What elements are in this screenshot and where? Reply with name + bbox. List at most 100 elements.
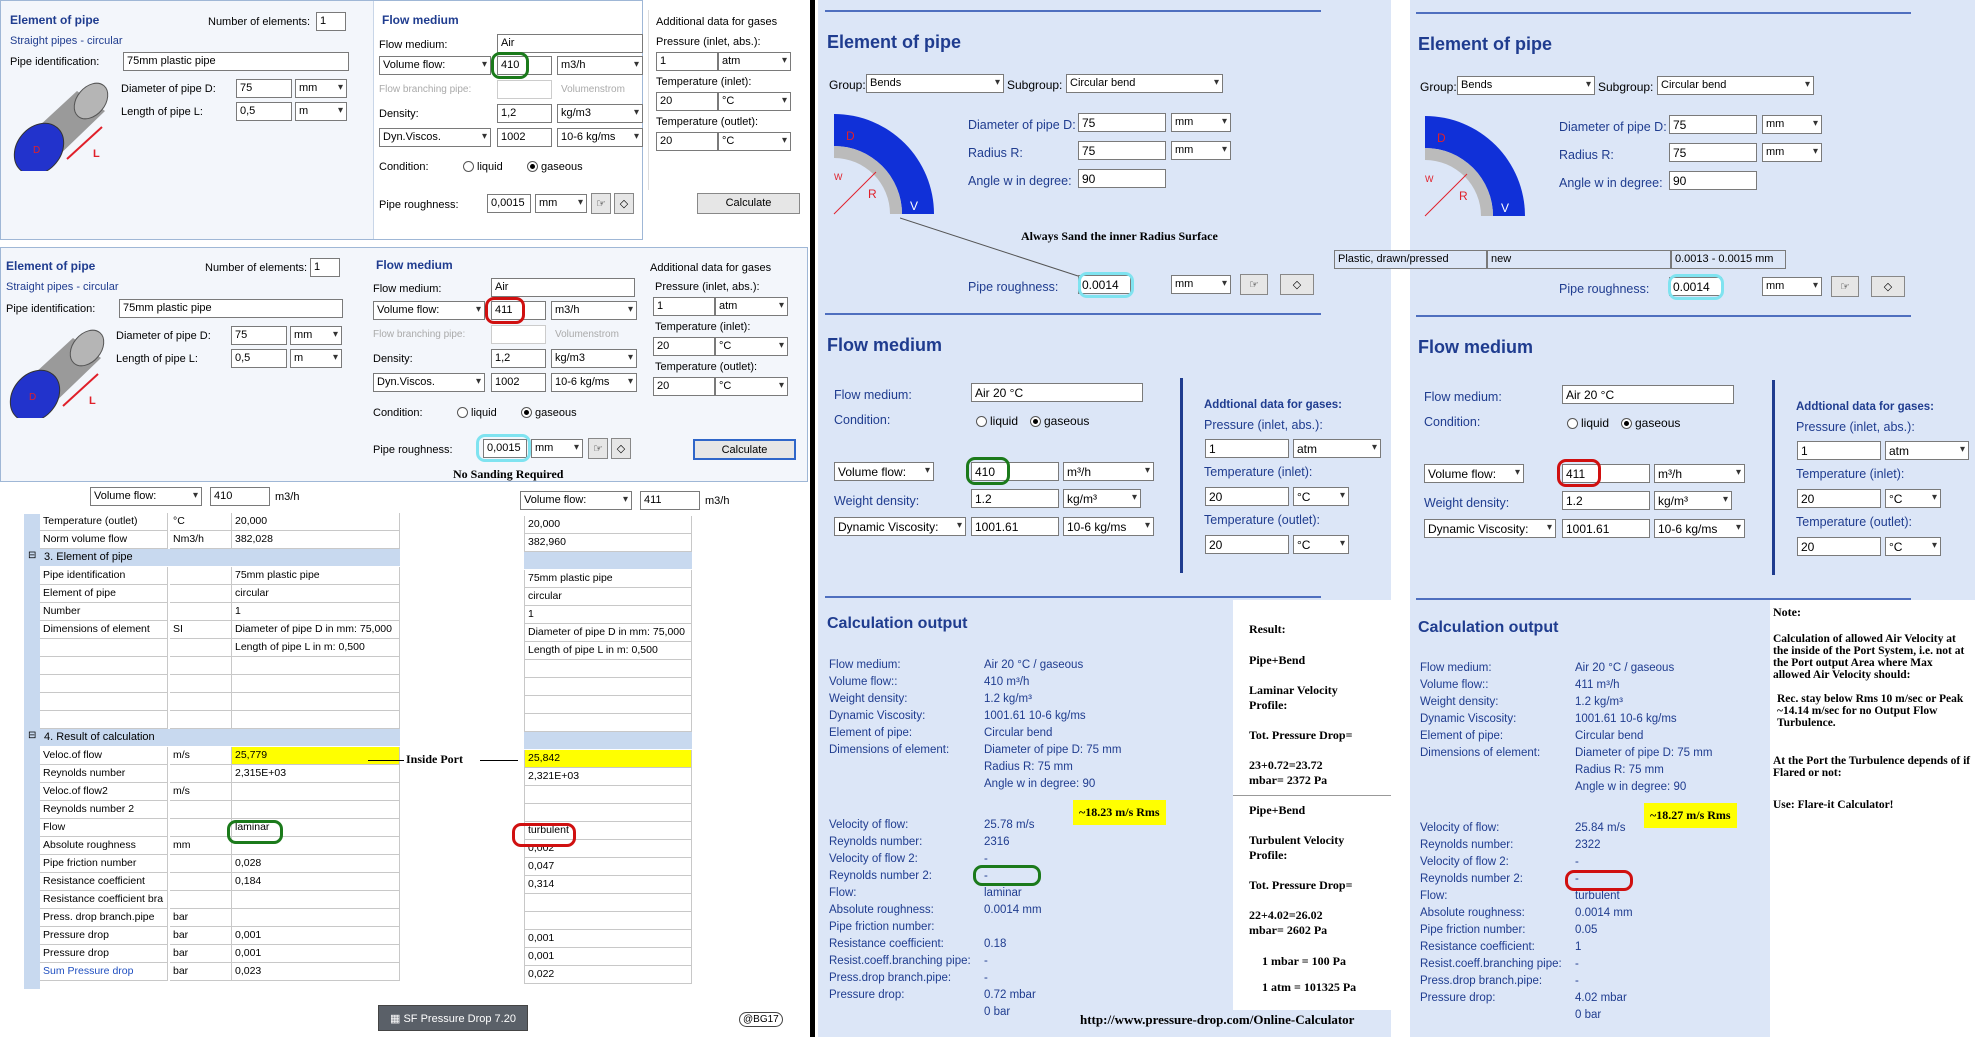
group-select-a[interactable]: Bends [866, 74, 1004, 93]
p-unit-select-2[interactable]: atm [715, 297, 788, 316]
num-elements-input-2[interactable]: 1 [310, 258, 340, 277]
table-flow-a[interactable]: 410 [210, 487, 270, 506]
bend-medium-input-b[interactable]: Air 20 °C [1562, 385, 1734, 404]
bend-vf-select-b[interactable]: Volume flow: [1424, 464, 1524, 483]
len-unit-select-2[interactable]: m [290, 349, 342, 368]
bend-radius-unit-a[interactable]: mm [1171, 141, 1231, 160]
bend-radius-input-b[interactable]: 75 [1669, 143, 1757, 162]
rough-help-button-2[interactable]: ☞ [588, 438, 608, 459]
visc-input-2[interactable]: 1002 [491, 373, 546, 392]
bend-diam-unit-b[interactable]: mm [1762, 115, 1822, 134]
subgroup-select-b[interactable]: Circular bend [1657, 76, 1814, 95]
bend-radius-input-a[interactable]: 75 [1078, 141, 1166, 160]
flow-type-select-2[interactable]: Volume flow: [373, 301, 485, 320]
visc-type-select[interactable]: Dyn.Viscos. [379, 128, 491, 147]
bend-radius-unit-b[interactable]: mm [1762, 143, 1822, 162]
radio-gaseous[interactable]: gaseous [527, 161, 583, 173]
bend-tout-unit-a[interactable]: °C [1293, 535, 1349, 554]
bend-p-input-a[interactable]: 1 [1205, 439, 1289, 458]
visc-type-select-2[interactable]: Dyn.Viscos. [373, 373, 485, 392]
taskbar-app-button[interactable]: ▦ SF Pressure Drop 7.20 [378, 1005, 528, 1031]
tout-unit-select-2[interactable]: °C [715, 377, 788, 396]
table-flow-b[interactable]: 411 [640, 491, 700, 510]
bend-vf-select-a[interactable]: Volume flow: [834, 462, 934, 481]
bend-rough-input-b[interactable]: 0.0014 [1669, 277, 1722, 296]
bend-angle-input-b[interactable]: 90 [1669, 171, 1757, 190]
collapse-4-toggle[interactable]: ⊟ [28, 730, 36, 741]
bend-vf-input-a[interactable]: 410 [971, 462, 1059, 481]
bend-tout-input-b[interactable]: 20 [1797, 537, 1881, 556]
bend-dv-input-b[interactable]: 1001.61 [1562, 519, 1650, 538]
density-unit-select[interactable]: kg/m3 [557, 104, 643, 123]
bend-rough-unit-b[interactable]: mm [1762, 277, 1822, 296]
pipe-id-input-2[interactable]: 75mm plastic pipe [119, 299, 343, 318]
collapse-3-toggle[interactable]: ⊟ [28, 550, 36, 561]
bend-p-unit-a[interactable]: atm [1293, 439, 1381, 458]
p-unit-select[interactable]: atm [718, 52, 791, 71]
visc-input[interactable]: 1002 [497, 128, 552, 147]
radio-liquid[interactable]: liquid [463, 161, 503, 173]
bend-rough-unit-a[interactable]: mm [1171, 275, 1231, 294]
bend-vf-unit-b[interactable]: m³/h [1654, 464, 1745, 483]
bend-rough-help-b[interactable]: ☞ [1831, 276, 1859, 297]
bend-diam-unit-a[interactable]: mm [1171, 113, 1231, 132]
bend-radio-liquid-b[interactable]: liquid [1567, 416, 1609, 430]
density-unit-select-2[interactable]: kg/m3 [551, 349, 637, 368]
p-input-2[interactable]: 1 [653, 297, 715, 316]
bend-radio-liquid-a[interactable]: liquid [976, 414, 1018, 428]
flow-unit-select[interactable]: m3/h [557, 56, 643, 75]
flow-input-2[interactable]: 411 [491, 301, 546, 320]
rough-erase-button-2[interactable]: ◇ [611, 438, 631, 459]
table-flow-select-a[interactable]: Volume flow: [90, 487, 202, 506]
diam-unit-select-2[interactable]: mm [290, 326, 342, 345]
bend-rough-help-a[interactable]: ☞ [1240, 274, 1268, 295]
tin-unit-select[interactable]: °C [718, 92, 791, 111]
bend-rough-erase-b[interactable]: ◇ [1871, 276, 1905, 297]
bend-p-unit-b[interactable]: atm [1885, 441, 1969, 460]
bend-dv-select-a[interactable]: Dynamic Viscosity: [834, 517, 966, 536]
bend-medium-input-a[interactable]: Air 20 °C [971, 383, 1143, 402]
diam-unit-select[interactable]: mm [295, 79, 347, 98]
bend-tout-input-a[interactable]: 20 [1205, 535, 1289, 554]
bend-vf-unit-a[interactable]: m³/h [1063, 462, 1154, 481]
bend-diam-input-a[interactable]: 75 [1078, 113, 1166, 132]
tin-input[interactable]: 20 [656, 92, 718, 111]
tout-unit-select[interactable]: °C [718, 132, 791, 151]
radio-gaseous-2[interactable]: gaseous [521, 407, 577, 419]
visc-unit-select[interactable]: 10-6 kg/ms [557, 128, 643, 147]
bend-tin-input-b[interactable]: 20 [1797, 489, 1881, 508]
bend-rough-input-a[interactable]: 0.0014 [1078, 275, 1131, 294]
bend-tout-unit-b[interactable]: °C [1885, 537, 1941, 556]
bend-angle-input-a[interactable]: 90 [1078, 169, 1166, 188]
bend-p-input-b[interactable]: 1 [1797, 441, 1881, 460]
flow-type-select[interactable]: Volume flow: [379, 56, 491, 75]
bend-wd-unit-b[interactable]: kg/m³ [1654, 491, 1732, 510]
p-input[interactable]: 1 [656, 52, 718, 71]
pipe-id-input[interactable]: 75mm plastic pipe [123, 52, 349, 71]
tin-unit-select-2[interactable]: °C [715, 337, 788, 356]
table-flow-select-b[interactable]: Volume flow: [520, 491, 632, 510]
subgroup-select-a[interactable]: Circular bend [1066, 74, 1223, 93]
flow-unit-select-2[interactable]: m3/h [551, 301, 637, 320]
bend-dv-unit-b[interactable]: 10-6 kg/ms [1654, 519, 1745, 538]
len-input-2[interactable]: 0,5 [231, 349, 287, 368]
tin-input-2[interactable]: 20 [653, 337, 715, 356]
bend-radio-gaseous-b[interactable]: gaseous [1621, 416, 1680, 430]
rough-help-button[interactable]: ☞ [591, 193, 611, 214]
calculate-button-mid[interactable]: Calculate [693, 439, 796, 460]
visc-unit-select-2[interactable]: 10-6 kg/ms [551, 373, 637, 392]
rough-erase-button[interactable]: ◇ [614, 193, 634, 214]
bend-radio-gaseous-a[interactable]: gaseous [1030, 414, 1089, 428]
bend-dv-unit-a[interactable]: 10-6 kg/ms [1063, 517, 1154, 536]
bend-tin-unit-a[interactable]: °C [1293, 487, 1349, 506]
bend-dv-input-a[interactable]: 1001.61 [971, 517, 1059, 536]
rough-unit-select-2[interactable]: mm [531, 439, 583, 458]
flow-input[interactable]: 410 [497, 56, 552, 75]
radio-liquid-2[interactable]: liquid [457, 407, 497, 419]
bend-dv-select-b[interactable]: Dynamic Viscosity: [1424, 519, 1556, 538]
bend-wd-input-a[interactable]: 1.2 [971, 489, 1059, 508]
len-unit-select[interactable]: m [295, 102, 347, 121]
rough-input[interactable]: 0,0015 [487, 194, 531, 213]
bend-tin-input-a[interactable]: 20 [1205, 487, 1289, 506]
density-input[interactable]: 1,2 [497, 104, 552, 123]
